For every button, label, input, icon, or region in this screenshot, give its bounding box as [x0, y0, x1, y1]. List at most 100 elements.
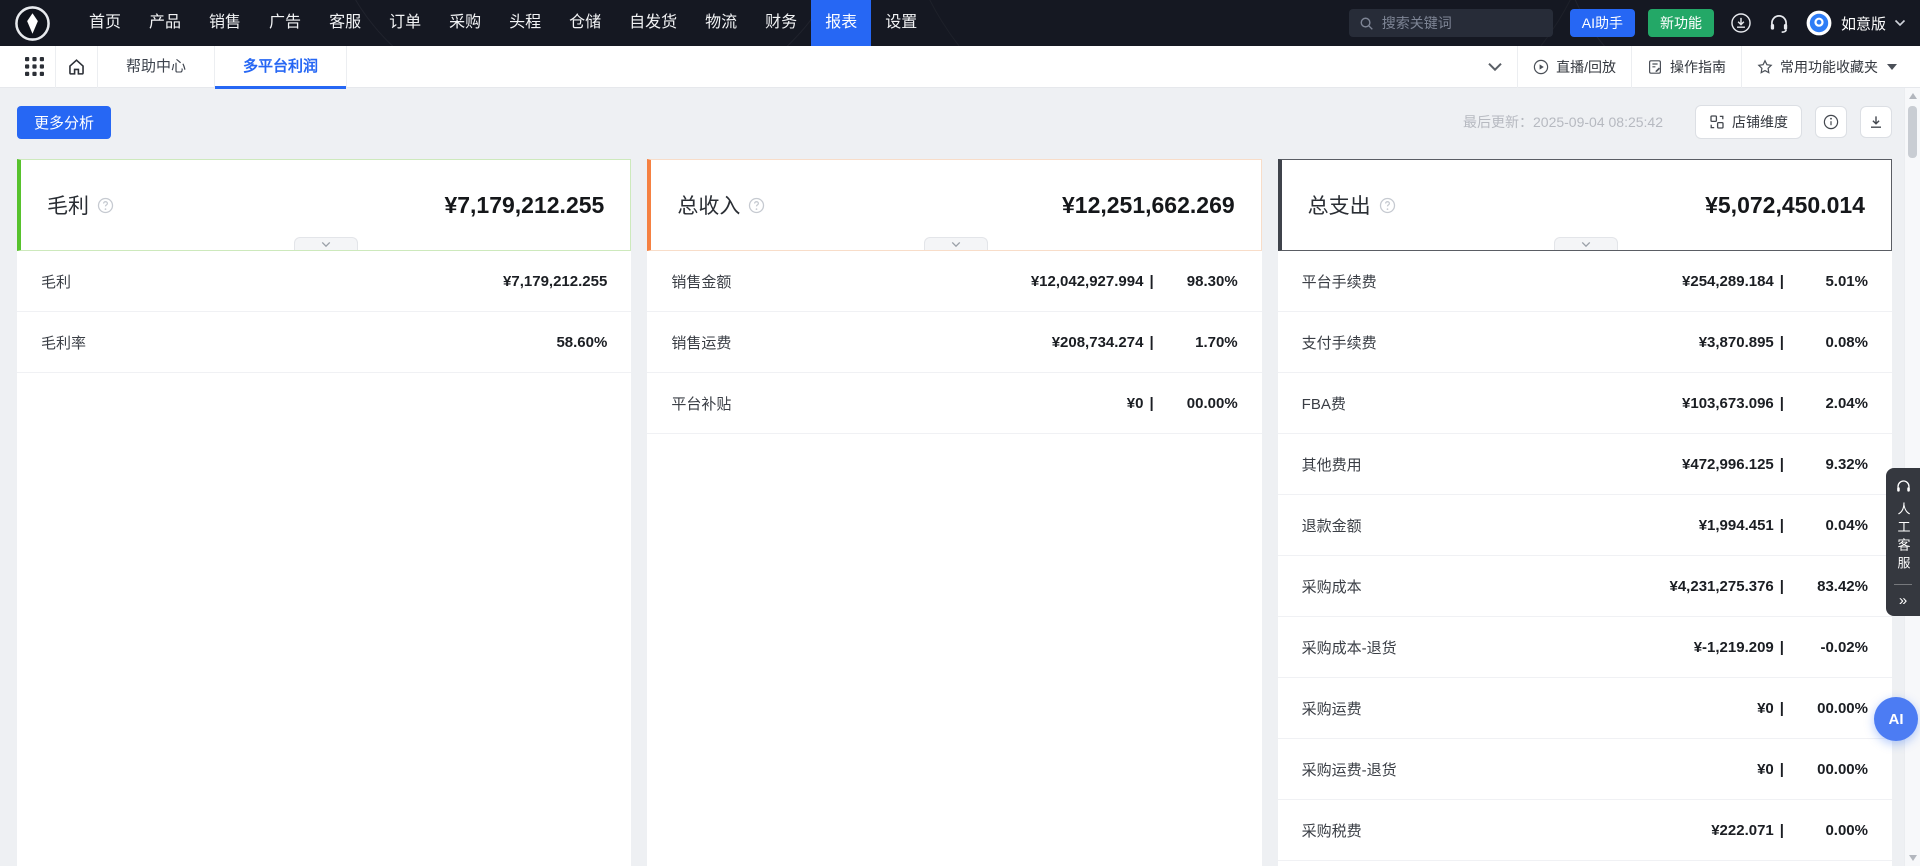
- caret-down-icon: [1887, 64, 1897, 70]
- metric-row: 销售运费¥208,734.274|1.70%: [647, 312, 1261, 373]
- store-dimension-label: 店铺维度: [1732, 112, 1788, 132]
- scroll-down-arrow-icon[interactable]: [1909, 855, 1917, 861]
- top-navigation: 首页产品销售广告客服订单采购头程仓储自发货物流财务报表设置 AI助手 新功能 如…: [0, 0, 1920, 46]
- metric-label: 支付手续费: [1302, 332, 1377, 353]
- nav-item-ads[interactable]: 广告: [255, 0, 315, 46]
- metric-value: ¥12,042,927.994|98.30%: [1031, 273, 1238, 290]
- metric-value: ¥254,289.184|5.01%: [1682, 273, 1868, 290]
- metric-amount: ¥0: [1757, 761, 1774, 778]
- toolbar-right-cluster: 最后更新：2025-09-04 08:25:42 店铺维度: [1463, 105, 1892, 139]
- card-rows: 平台手续费 ¥254,289.184|5.01% 支付手续费¥3,870.895|0…: [1278, 251, 1892, 866]
- scrollbar-thumb[interactable]: [1908, 106, 1917, 158]
- quick-link-favorites[interactable]: 常用功能收藏夹: [1742, 46, 1912, 88]
- edition-label[interactable]: 如意版: [1841, 13, 1886, 34]
- card-title: 总收入: [677, 190, 765, 220]
- headset-icon: [1895, 478, 1912, 495]
- metric-value: ¥4,231,275.376|83.42%: [1670, 578, 1868, 595]
- metric-row: 毛利率58.60%: [17, 312, 631, 373]
- card-total-value: ¥12,251,662.269: [1062, 192, 1235, 219]
- customer-service-panel[interactable]: 人工客服 »: [1886, 468, 1920, 616]
- help-icon: [748, 197, 765, 214]
- metric-row: 其他费用¥472,996.125|9.32%: [1278, 434, 1892, 495]
- play-circle-icon: [1533, 59, 1549, 75]
- chevron-down-icon: [1581, 241, 1591, 248]
- card-header-total-revenue: 总收入 ¥12,251,662.269: [647, 159, 1261, 251]
- guide-icon: [1647, 59, 1663, 75]
- quick-link-user-guide[interactable]: 操作指南: [1632, 46, 1741, 88]
- card-title-text: 毛利: [47, 190, 89, 220]
- tabbar-right-cluster: 直播/回放操作指南 常用功能收藏夹: [1473, 46, 1912, 88]
- collapse-notch[interactable]: [924, 237, 988, 250]
- metric-label: 平台手续费: [1302, 271, 1377, 292]
- metric-label: 采购成本: [1302, 576, 1362, 597]
- home-icon[interactable]: [67, 57, 86, 76]
- headset-icon[interactable]: [1768, 12, 1790, 34]
- metric-row: 支付手续费¥3,870.895|0.08%: [1278, 312, 1892, 373]
- metric-row: 采购税费¥222.071|0.00%: [1278, 800, 1892, 861]
- last-update-timestamp: 最后更新：2025-09-04 08:25:42: [1463, 112, 1663, 132]
- metric-row: 采购成本-退货¥-1,219.209|-0.02%: [1278, 617, 1892, 678]
- metric-label: 毛利: [41, 271, 71, 292]
- card-total-expense: 总支出¥5,072,450.014 平台手续费 ¥254,289.184|5.01%…: [1278, 159, 1892, 866]
- nav-item-orders[interactable]: 订单: [375, 0, 435, 46]
- collapse-panel-button[interactable]: »: [1886, 587, 1920, 613]
- chevron-down-icon: [951, 241, 961, 248]
- ai-assistant-button[interactable]: AI助手: [1570, 9, 1635, 37]
- metric-label: 其他费用: [1302, 454, 1362, 475]
- dimension-switch-icon: [1709, 114, 1725, 130]
- metric-value: ¥208,734.274|1.70%: [1052, 334, 1238, 351]
- nav-item-purchasing[interactable]: 采购: [435, 0, 495, 46]
- open-tabs: 帮助中心多平台利润: [98, 46, 347, 88]
- nav-item-warehouse[interactable]: 仓储: [555, 0, 615, 46]
- ai-floating-button[interactable]: AI: [1874, 697, 1918, 741]
- nav-item-reports[interactable]: 报表: [811, 0, 871, 46]
- metric-percent: 98.30%: [1154, 273, 1238, 290]
- quick-link-label: 直播/回放: [1556, 57, 1616, 77]
- metric-percent: 83.42%: [1784, 578, 1868, 595]
- chevron-down-icon[interactable]: [1487, 59, 1503, 75]
- nav-item-logistics[interactable]: 物流: [691, 0, 751, 46]
- collapse-notch[interactable]: [294, 237, 358, 250]
- nav-item-products[interactable]: 产品: [135, 0, 195, 46]
- download-center-icon[interactable]: [1730, 12, 1752, 34]
- card-header-total-expense: 总支出¥5,072,450.014: [1278, 159, 1892, 251]
- collapse-notch[interactable]: [1554, 237, 1618, 250]
- metric-row: 采购运费-退货¥0|00.00%: [1278, 739, 1892, 800]
- scroll-up-arrow-icon[interactable]: [1909, 93, 1917, 99]
- info-button[interactable]: [1815, 106, 1847, 138]
- metric-amount: ¥222.071: [1711, 822, 1774, 839]
- chevron-down-icon[interactable]: [1894, 19, 1906, 27]
- download-button[interactable]: [1860, 106, 1892, 138]
- metric-row: 毛利¥7,179,212.255: [17, 251, 631, 312]
- store-dimension-button[interactable]: 店铺维度: [1695, 105, 1802, 139]
- nav-item-sales[interactable]: 销售: [195, 0, 255, 46]
- quick-link-live-replay[interactable]: 直播/回放: [1518, 46, 1631, 88]
- profit-summary-cards: 毛利¥7,179,212.255毛利¥7,179,212.255毛利率58.60…: [17, 159, 1892, 866]
- new-feature-button[interactable]: 新功能: [1648, 9, 1714, 37]
- metric-percent: 0.00%: [1784, 822, 1868, 839]
- tab-help-center[interactable]: 帮助中心: [98, 46, 214, 88]
- metric-label: 采购税费: [1302, 820, 1362, 841]
- metric-percent: 2.04%: [1784, 395, 1868, 412]
- card-title-text: 总支出: [1308, 190, 1371, 220]
- card-rows: 毛利¥7,179,212.255毛利率58.60%: [17, 251, 631, 866]
- nav-item-first-leg[interactable]: 头程: [495, 0, 555, 46]
- search-input[interactable]: [1382, 15, 1543, 31]
- nav-item-home[interactable]: 首页: [75, 0, 135, 46]
- nav-item-self-fulfillment[interactable]: 自发货: [615, 0, 691, 46]
- chevron-down-icon: [321, 241, 331, 248]
- nav-item-finance[interactable]: 财务: [751, 0, 811, 46]
- card-title-text: 总收入: [677, 190, 740, 220]
- apps-grid-icon[interactable]: [25, 57, 44, 76]
- user-avatar[interactable]: [1806, 10, 1832, 36]
- app-logo[interactable]: [14, 5, 51, 42]
- global-search[interactable]: [1349, 9, 1553, 37]
- nav-item-settings[interactable]: 设置: [871, 0, 931, 46]
- more-analysis-button[interactable]: 更多分析: [17, 106, 111, 139]
- nav-item-customer-service[interactable]: 客服: [315, 0, 375, 46]
- metric-amount: ¥0: [1757, 700, 1774, 717]
- customer-service-label: 人工客服: [1897, 502, 1910, 574]
- tab-multi-platform-profit[interactable]: 多平台利润: [215, 46, 346, 88]
- metric-label: 采购运费-退货: [1302, 759, 1397, 780]
- quick-link-label: 常用功能收藏夹: [1780, 57, 1878, 77]
